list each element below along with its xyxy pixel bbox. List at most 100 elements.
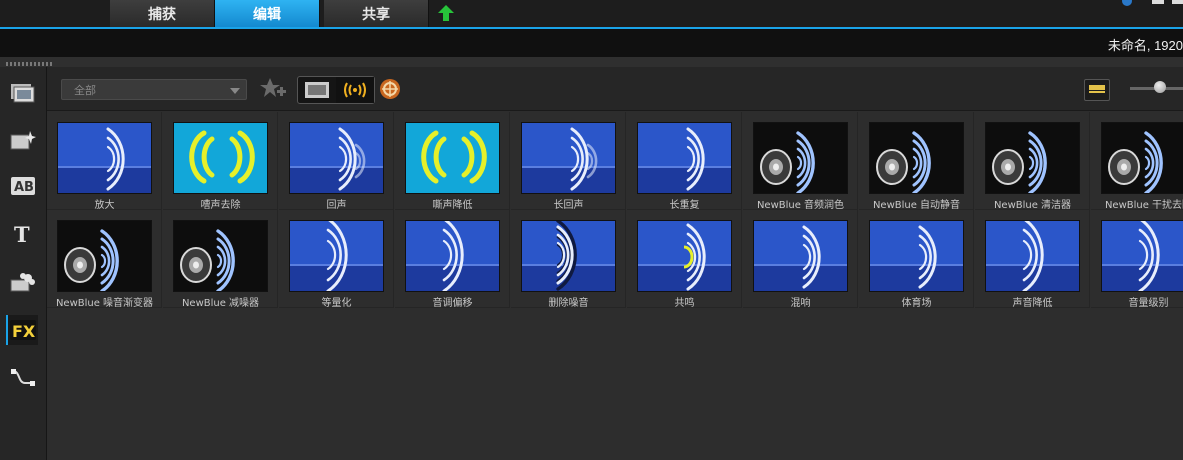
filter-item[interactable]: 体育场 bbox=[859, 210, 974, 309]
graphic-icon bbox=[10, 273, 35, 292]
title-icon: T bbox=[14, 223, 30, 245]
filter-thumbnail[interactable] bbox=[1101, 220, 1183, 292]
minimize-icon[interactable] bbox=[1152, 0, 1164, 4]
library-panel: 全部 放大 嘈声去除 回声 嘶声降低 长回声 长重复 NewBlue 音频润色 … bbox=[47, 67, 1183, 460]
top-tab-bar: 捕获 编辑 共享 bbox=[0, 0, 1183, 27]
filter-thumbnail[interactable] bbox=[173, 122, 268, 194]
filter-item[interactable]: 放大 bbox=[47, 112, 162, 211]
filter-item[interactable]: 删除噪音 bbox=[511, 210, 626, 309]
filter-thumbnail[interactable] bbox=[985, 220, 1080, 292]
filter-thumbnail[interactable] bbox=[289, 220, 384, 292]
filter-thumbnail[interactable] bbox=[637, 220, 732, 292]
filter-label: NewBlue 自动静音 bbox=[872, 200, 961, 211]
instant-project-icon bbox=[10, 131, 36, 150]
filter-label: NewBlue 音频润色 bbox=[756, 200, 845, 211]
library-toolbar: 全部 bbox=[47, 67, 1183, 111]
tab-edit[interactable]: 编辑 bbox=[215, 0, 320, 27]
filter-label: NewBlue 干扰去除 bbox=[1104, 200, 1183, 211]
filter-label: 嘶声降低 bbox=[432, 200, 473, 211]
filter-item[interactable]: 嘈声去除 bbox=[163, 112, 278, 211]
layout-bar-icon bbox=[1089, 91, 1105, 93]
filter-thumbnail[interactable] bbox=[173, 220, 268, 292]
filter-label: 长回声 bbox=[553, 200, 584, 211]
sidebar-fx[interactable]: FX bbox=[6, 315, 38, 345]
filter-thumbnail[interactable] bbox=[1101, 122, 1183, 194]
filter-item[interactable]: 嘶声降低 bbox=[395, 112, 510, 211]
video-filter-toggle[interactable] bbox=[298, 77, 336, 103]
layout-bar-icon bbox=[1089, 85, 1105, 90]
filter-item[interactable]: NewBlue 噪音渐变器 bbox=[47, 210, 162, 309]
sidebar-media[interactable] bbox=[8, 77, 38, 107]
filter-label: 删除噪音 bbox=[548, 298, 589, 309]
fx-icon: FX bbox=[10, 320, 36, 341]
filter-label: NewBlue 噪音渐变器 bbox=[55, 298, 154, 309]
sidebar-graphic[interactable] bbox=[8, 267, 38, 297]
filter-item[interactable]: NewBlue 自动静音 bbox=[859, 112, 974, 211]
filter-item[interactable]: 回声 bbox=[279, 112, 394, 211]
filter-thumbnail[interactable] bbox=[753, 122, 848, 194]
filter-thumbnail[interactable] bbox=[521, 220, 616, 292]
filter-label: NewBlue 清洁器 bbox=[993, 200, 1072, 211]
layout-view-button[interactable] bbox=[1084, 79, 1110, 101]
svg-text:AB: AB bbox=[14, 180, 34, 195]
film-strip-icon bbox=[305, 82, 329, 98]
filter-item[interactable]: NewBlue 干扰去除 bbox=[1091, 112, 1183, 211]
filter-item[interactable]: 长重复 bbox=[627, 112, 742, 211]
filter-thumbnail[interactable] bbox=[869, 122, 964, 194]
filter-thumbnail[interactable] bbox=[405, 220, 500, 292]
filter-thumbnail[interactable] bbox=[57, 220, 152, 292]
filter-item[interactable]: 混响 bbox=[743, 210, 858, 309]
filter-thumbnail[interactable] bbox=[985, 122, 1080, 194]
filter-item[interactable]: 长回声 bbox=[511, 112, 626, 211]
filter-label: 体育场 bbox=[901, 298, 932, 309]
library-sidebar: AB T FX bbox=[0, 67, 47, 460]
slider-knob[interactable] bbox=[1154, 81, 1166, 93]
filter-item[interactable]: 音调偏移 bbox=[395, 210, 510, 309]
filter-item[interactable]: NewBlue 减噪器 bbox=[163, 210, 278, 309]
tab-capture[interactable]: 捕获 bbox=[110, 0, 215, 27]
filter-item[interactable]: 声音降低 bbox=[975, 210, 1090, 309]
filter-thumbnail[interactable] bbox=[405, 122, 500, 194]
filter-item[interactable]: 等量化 bbox=[279, 210, 394, 309]
sidebar-transition[interactable]: AB bbox=[8, 171, 38, 201]
tab-share[interactable]: 共享 bbox=[324, 0, 429, 27]
filter-label: 嘈声去除 bbox=[200, 200, 241, 211]
svg-text:FX: FX bbox=[12, 322, 36, 341]
help-icon[interactable] bbox=[1120, 0, 1134, 6]
sidebar-instant-project[interactable] bbox=[8, 125, 38, 155]
upload-arrow-icon[interactable] bbox=[436, 3, 456, 23]
filter-thumbnail[interactable] bbox=[289, 122, 384, 194]
filter-label: 混响 bbox=[790, 298, 811, 309]
filter-label: 放大 bbox=[94, 200, 115, 211]
filter-thumbnail[interactable] bbox=[637, 122, 732, 194]
star-plus-icon[interactable] bbox=[259, 77, 287, 101]
filter-label: 长重复 bbox=[669, 200, 700, 211]
panel-grip-handle[interactable] bbox=[6, 62, 54, 66]
svg-text:T: T bbox=[14, 223, 30, 245]
filter-thumbnail[interactable] bbox=[521, 122, 616, 194]
path-icon bbox=[11, 369, 35, 386]
filter-item[interactable]: 音量级别 bbox=[1091, 210, 1183, 309]
filter-label: NewBlue 减噪器 bbox=[181, 298, 260, 309]
transition-icon: AB bbox=[11, 177, 35, 195]
audio-wave-icon bbox=[344, 82, 366, 98]
filter-thumbnail[interactable] bbox=[753, 220, 848, 292]
filter-item[interactable]: 共鸣 bbox=[627, 210, 742, 309]
view-toggle-group bbox=[297, 76, 375, 104]
filter-thumbnail[interactable] bbox=[57, 122, 152, 194]
filter-label: 等量化 bbox=[321, 298, 352, 309]
audio-filter-toggle[interactable] bbox=[336, 77, 374, 103]
filter-thumbnail[interactable] bbox=[869, 220, 964, 292]
wheel-icon[interactable] bbox=[379, 78, 401, 100]
title-strip: 未命名, 1920 bbox=[0, 29, 1183, 57]
filter-label: 回声 bbox=[326, 200, 347, 211]
filter-label: 音量级别 bbox=[1128, 298, 1169, 309]
sidebar-title[interactable]: T bbox=[8, 219, 38, 249]
chevron-down-icon bbox=[230, 88, 240, 94]
filter-item[interactable]: NewBlue 音频润色 bbox=[743, 112, 858, 211]
sidebar-path[interactable] bbox=[8, 363, 38, 393]
filter-item[interactable]: NewBlue 清洁器 bbox=[975, 112, 1090, 211]
filter-category-select[interactable]: 全部 bbox=[61, 79, 247, 100]
filter-label: 声音降低 bbox=[1012, 298, 1053, 309]
maximize-icon[interactable] bbox=[1172, 0, 1183, 4]
